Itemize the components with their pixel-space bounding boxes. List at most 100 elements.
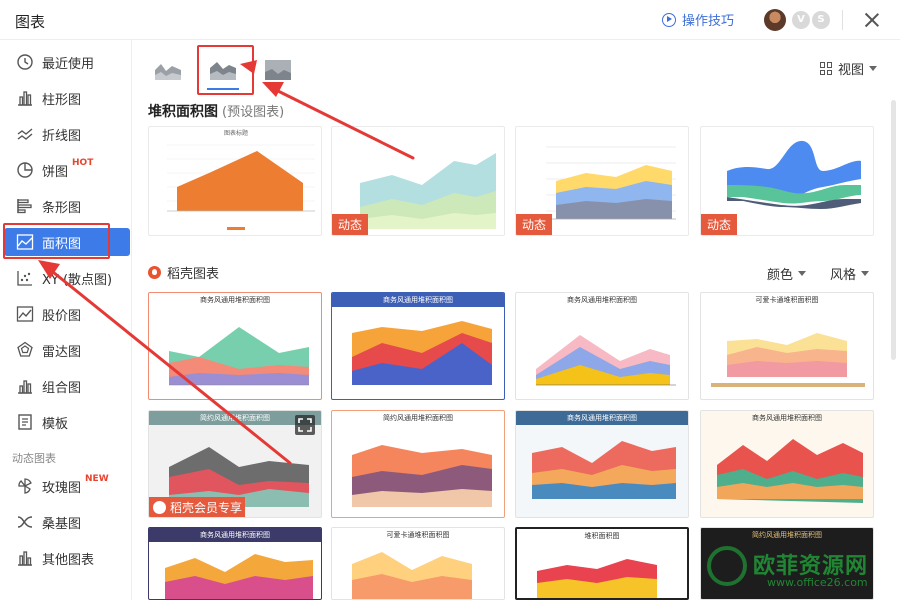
member-tag: 稻壳会员专享 [149, 497, 245, 517]
dynamic-tag: 动态 [701, 214, 738, 235]
preset-chart-dynamic-2[interactable]: 动态 [515, 126, 689, 236]
template-thumbnail [169, 327, 309, 386]
sidebar-item-label: 饼图 [42, 164, 69, 180]
chevron-down-icon [861, 271, 870, 276]
member-label: 稻壳会员专享 [170, 500, 243, 515]
style-dropdown[interactable]: 风格 [830, 264, 870, 283]
section-subtitle: (预设图表) [222, 105, 285, 120]
sidebar-item-label: 其他图表 [42, 552, 95, 568]
sidebar-item-label: 玫瑰图 [42, 480, 82, 496]
daoke-section-title: 稻壳图表 [148, 263, 219, 282]
template-thumbnail [537, 559, 657, 598]
sidebar-item-stock[interactable]: 股价图 [4, 300, 130, 328]
sidebar-item-sankey[interactable]: 桑基图 [4, 508, 130, 536]
sidebar-item-label: 条形图 [42, 200, 82, 216]
template-card[interactable]: 商务风通用堆积面积图 [148, 292, 322, 400]
sidebar-item-scatter[interactable]: XY (散点图) [4, 264, 130, 292]
rose-chart-icon [18, 478, 32, 494]
sidebar-item-recent[interactable]: 最近使用 [4, 48, 130, 76]
grid-icon [820, 62, 833, 75]
stock-chart-icon [16, 306, 34, 322]
template-card[interactable]: 商务风通用堆积面积图 [515, 292, 689, 400]
color-label: 颜色 [767, 268, 794, 283]
close-icon[interactable] [862, 10, 882, 30]
sidebar-item-label: 柱形图 [42, 92, 82, 108]
sidebar-item-pie[interactable]: 饼图 HOT [4, 156, 130, 184]
divider [842, 10, 843, 30]
radar-chart-icon [17, 341, 33, 357]
view-dropdown[interactable]: 视图 [820, 59, 878, 78]
watermark-url: www.office26.com [767, 576, 868, 589]
dynamic-tag: 动态 [516, 214, 553, 235]
template-card[interactable]: 简约风通用堆积面积图 稻壳会员专享 [148, 410, 322, 518]
clock-icon [17, 54, 33, 70]
style-label: 风格 [830, 268, 857, 283]
sidebar-item-column[interactable]: 柱形图 [4, 84, 130, 112]
sidebar-item-label: 最近使用 [42, 56, 95, 72]
daoke-title: 稻壳图表 [167, 267, 220, 282]
highlight-box-area [3, 223, 110, 259]
pie-chart-icon [17, 162, 33, 178]
template-thumbnail [717, 439, 863, 503]
sidebar-item-rose[interactable]: 玫瑰图 NEW [4, 472, 130, 500]
template-card[interactable]: 商务风通用堆积面积图 [331, 292, 505, 400]
template-thumbnail [165, 554, 313, 599]
combo-chart-icon [18, 380, 32, 394]
super-badge-icon: S [812, 11, 830, 29]
svg-text:图表标题: 图表标题 [224, 129, 248, 137]
line-chart-icon [17, 128, 33, 140]
sidebar-item-label: 雷达图 [42, 344, 82, 360]
template-thumbnail [711, 333, 865, 387]
area-subtype-icon [155, 64, 181, 80]
avatar[interactable] [764, 9, 786, 31]
watermark: 欧菲资源网 www.office26.com [703, 542, 893, 596]
play-icon [662, 12, 676, 27]
bar-chart-icon [18, 91, 32, 106]
sidebar-item-template[interactable]: 模板 [4, 408, 130, 436]
chevron-down-icon [869, 66, 878, 71]
preset-chart-static[interactable]: 图表标题 [148, 126, 322, 236]
chevron-down-icon [798, 271, 807, 276]
sidebar-item-radar[interactable]: 雷达图 [4, 336, 130, 364]
watermark-logo-icon [707, 546, 747, 586]
tips-label: 操作技巧 [682, 14, 735, 29]
template-card[interactable]: 堆积面积图 [515, 527, 689, 600]
template-thumbnail [352, 445, 492, 507]
dynamic-group-title: 动态图表 [12, 452, 56, 465]
template-icon [18, 414, 32, 430]
sankey-icon [17, 516, 33, 528]
hot-badge: HOT [72, 158, 94, 168]
color-dropdown[interactable]: 颜色 [767, 264, 807, 283]
horizontal-bar-icon [17, 199, 32, 214]
sidebar-item-label: XY (散点图) [42, 272, 113, 288]
sidebar-item-label: 桑基图 [42, 516, 82, 532]
template-thumbnail [352, 321, 492, 385]
template-card[interactable]: 可爱卡通堆积面积图 [331, 527, 505, 600]
template-card[interactable]: 简约风通用堆积面积图 [331, 410, 505, 518]
window-title: 图表 [15, 13, 46, 31]
template-card[interactable]: 可爱卡通堆积面积图 [700, 292, 874, 400]
template-title: 简约风通用堆积面积图 [752, 531, 822, 539]
flame-icon [148, 266, 161, 279]
template-card[interactable]: 商务风通用堆积面积图 [700, 410, 874, 518]
sidebar-item-line[interactable]: 折线图 [4, 120, 130, 148]
expand-icon[interactable] [295, 415, 315, 435]
sidebar-item-bar[interactable]: 条形图 [4, 192, 130, 220]
sidebar-item-combo[interactable]: 组合图 [4, 372, 130, 400]
tips-link[interactable]: 操作技巧 [662, 10, 734, 29]
preset-chart-dynamic-3[interactable]: 动态 [700, 126, 874, 236]
template-card[interactable]: 商务风通用堆积面积图 [148, 527, 322, 600]
new-badge: NEW [85, 474, 109, 484]
subtype-area[interactable] [146, 48, 190, 92]
preset-chart-dynamic-1[interactable]: 动态 [331, 126, 505, 236]
sidebar-item-label: 模板 [42, 416, 69, 432]
percent-area-subtype-icon [265, 60, 291, 80]
subtype-percent-area[interactable] [256, 48, 300, 92]
scrollbar[interactable] [891, 100, 896, 360]
view-label: 视图 [838, 63, 865, 78]
sidebar-item-label: 股价图 [42, 308, 82, 324]
scatter-icon [17, 271, 32, 286]
sidebar-item-other[interactable]: 其他图表 [4, 544, 130, 572]
template-card[interactable]: 商务风通用堆积面积图 [515, 410, 689, 518]
subtype-stacked-area[interactable] [201, 48, 245, 92]
